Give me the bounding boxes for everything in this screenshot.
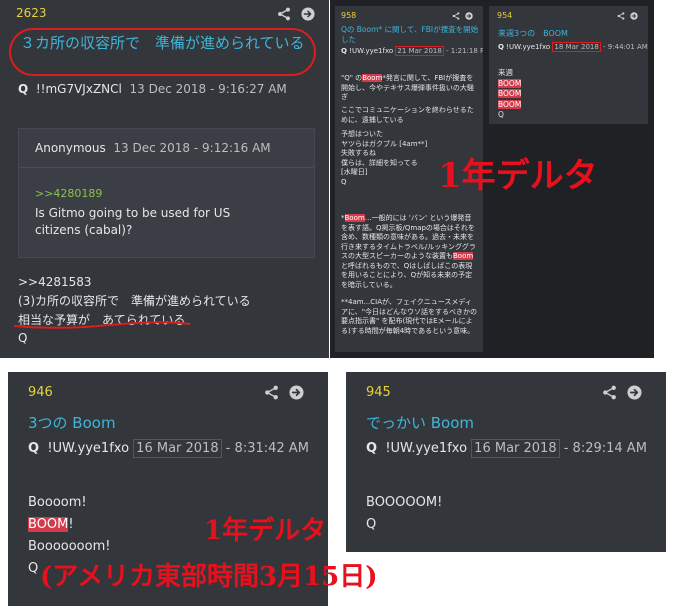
post-sign: Q	[366, 517, 377, 532]
post-author: Q	[28, 441, 40, 456]
post-date: 21 Mar 2018	[395, 46, 444, 56]
post-line-1: (3)カ所の収容所で 準備が進められている	[18, 294, 251, 308]
post-date: 16 Mar 2018	[133, 439, 222, 458]
boom-highlight: BOOM	[498, 78, 522, 88]
post-ref-link[interactable]: >>4281583	[18, 275, 92, 289]
quote-ref-link[interactable]: >>4280189	[35, 187, 102, 200]
boom-highlight: BOOM	[498, 89, 522, 98]
post-954: 954 来週3つの BOOM Q !UW.yye1fxo 18 Mar 2018…	[489, 6, 648, 124]
quote-divider	[19, 167, 314, 168]
post-line: Booooooom!	[28, 539, 111, 554]
post-title[interactable]: でっかい Boom	[366, 412, 474, 433]
post-line: 予想はついた	[341, 130, 383, 138]
post-date: 16 Mar 2018	[471, 439, 560, 458]
post-title[interactable]: 3つの Boom	[28, 412, 116, 433]
post-trip: !UW.yye1fxo	[47, 441, 130, 456]
post-trip: !!mG7VJxZNCl	[35, 82, 122, 96]
post-2623: 2623 ３カ所の収容所で 準備が進められている Q !!mG7VJxZNCl …	[0, 0, 329, 358]
post-time: - 8:31:42 AM	[225, 441, 309, 456]
share-icon[interactable]	[264, 385, 279, 400]
post-number: 946	[28, 385, 53, 400]
post-number: 945	[366, 385, 391, 400]
post-actions	[277, 7, 315, 21]
share-icon[interactable]	[277, 7, 291, 21]
note-text: と呼ばれるもので、Qはしばしばこの表現を用いることにより、Qが知る未来の予定を暗…	[341, 261, 473, 289]
post-author: Q	[498, 43, 504, 51]
post-note-1: *Boom…一般的には 'バン' という爆発音を表す語。Q掲示板/Qmapの場合…	[341, 214, 477, 290]
delta-annotation-bottom: 1年デルタ	[204, 516, 327, 546]
post-meta: Q !UW.yye1fxo 18 Mar 2018 - 9:44:01 AM	[498, 42, 648, 52]
share-icon[interactable]	[602, 385, 617, 400]
post-line: Boooom!	[28, 495, 87, 510]
quote-text: Is Gitmo going to be used for US citizen…	[35, 206, 231, 237]
post-time: - 1:21:18 PM	[446, 47, 483, 55]
share-icon[interactable]	[617, 12, 625, 20]
post-para-2: ここでコミュニケーションを終わらせるために、遠捕している	[341, 106, 474, 124]
post-actions	[452, 12, 473, 20]
post-title[interactable]: 来週3つの BOOM	[498, 28, 568, 39]
post-date: 18 Mar 2018	[552, 42, 601, 52]
share-icon[interactable]	[452, 12, 460, 20]
post-author: Q	[341, 47, 347, 55]
post-body: BOOOOOM! Q	[366, 492, 442, 536]
post-number: 2623	[16, 6, 47, 20]
post-note-2: **4am...CIAが、フェイクニュースメディアに、"今日はどんなウソ話をする…	[341, 298, 478, 335]
boom-highlight: BOOM	[28, 517, 69, 532]
post-body: 来週 BOOM BOOM BOOM Q	[498, 68, 522, 121]
post-author: Q	[18, 82, 29, 96]
post-author: Q	[366, 441, 378, 456]
delta-annotation-top: 1年デルタ	[438, 156, 598, 196]
arrow-right-circle-icon[interactable]	[289, 385, 304, 400]
quote-header: Anonymous 13 Dec 2018 - 9:12:16 AM	[35, 141, 271, 155]
post-date: 13 Dec 2018 - 9:16:27 AM	[129, 82, 287, 96]
arrow-right-circle-icon[interactable]	[630, 12, 638, 20]
underline-annotation	[13, 321, 191, 329]
post-actions	[617, 12, 638, 20]
post-actions	[602, 385, 642, 400]
post-945: 945 でっかい Boom Q !UW.yye1fxo 16 Mar 2018 …	[346, 372, 666, 552]
post-time: - 9:44:01 AM	[603, 43, 648, 51]
quoted-post: Anonymous 13 Dec 2018 - 9:12:16 AM >>428…	[18, 128, 315, 258]
post-title[interactable]: Qの Boom* に関して、FBIが捜査を開始した	[341, 25, 479, 45]
para-text: "Q" の	[341, 74, 363, 82]
post-meta: Q !UW.yye1fxo 16 Mar 2018 - 8:29:14 AM	[366, 439, 647, 458]
post-para-1: "Q" のBoom*発言に関して、FBIが捜査を開始し、今やテキサス爆弾事件扱い…	[341, 74, 477, 103]
post-line: !	[68, 517, 74, 532]
post-line: BOOOOOM!	[366, 495, 443, 510]
post-trip: !UW.yye1fxo	[385, 441, 468, 456]
post-meta: Q !UW.yye1fxo 16 Mar 2018 - 8:31:42 AM	[28, 439, 309, 458]
post-trip: !UW.yye1fxo	[349, 47, 394, 55]
post-number: 958	[341, 11, 357, 20]
arrow-right-circle-icon[interactable]	[465, 12, 473, 20]
boom-highlight: Boom	[362, 74, 383, 82]
post-line: 来週	[498, 68, 513, 77]
arrow-right-circle-icon[interactable]	[301, 7, 315, 21]
post-sign: Q	[498, 110, 504, 119]
boom-highlight: BOOM	[498, 99, 522, 109]
post-actions	[264, 385, 304, 400]
quote-author: Anonymous	[35, 141, 106, 155]
post-time: - 8:29:14 AM	[563, 441, 647, 456]
boom-highlight: Boom	[453, 252, 474, 260]
post-trip: !UW.yye1fxo	[506, 43, 551, 51]
post-meta: Q !UW.yye1fxo 21 Mar 2018 - 1:21:18 PM	[341, 46, 483, 56]
note-text: *	[341, 214, 345, 222]
arrow-right-circle-icon[interactable]	[627, 385, 642, 400]
eastern-time-annotation: (アメリカ東部時間3月15日)	[40, 562, 378, 592]
post-sign: Q	[18, 331, 28, 345]
title-highlight-oval	[9, 28, 316, 76]
post-number: 954	[497, 11, 513, 20]
post-meta: Q !!mG7VJxZNCl 13 Dec 2018 - 9:16:27 AM	[18, 82, 287, 96]
boom-highlight: Boom	[344, 214, 365, 222]
quote-date: 13 Dec 2018 - 9:12:16 AM	[113, 141, 271, 155]
